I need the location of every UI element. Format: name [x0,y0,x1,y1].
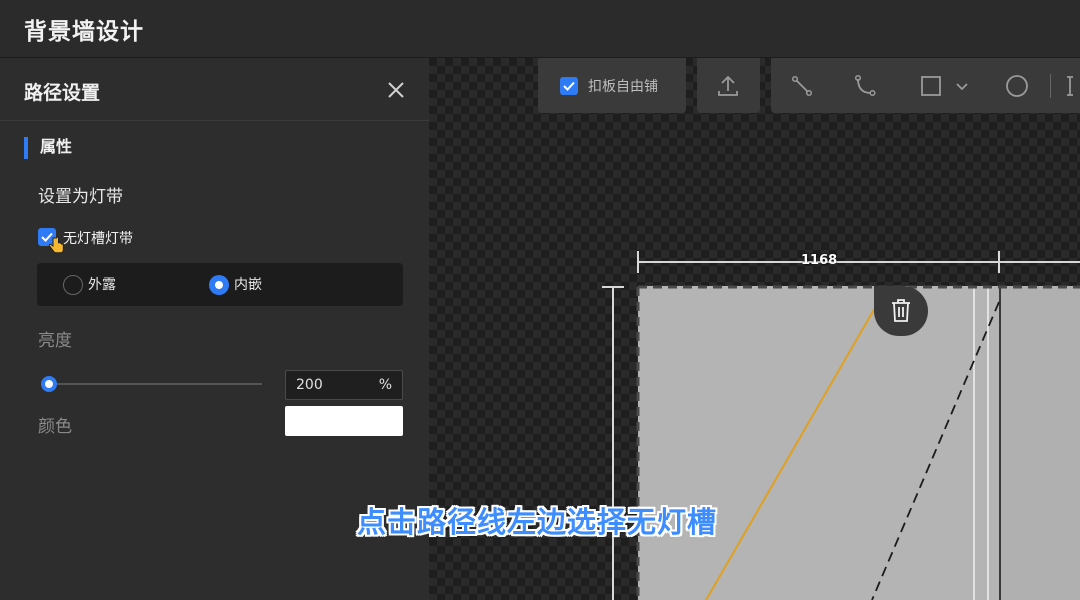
upload-icon [718,75,738,96]
close-button[interactable] [384,78,408,102]
radio-embedded-label: 内嵌 [234,277,262,293]
drawing-tools [771,58,1080,113]
brightness-label: 亮度 [38,331,72,351]
hand-cursor-icon [48,236,64,254]
width-dimension-label: 1168 [801,253,838,268]
checkmark-icon [563,81,575,91]
mount-type-selector: 外露 内嵌 [37,263,403,306]
radio-exposed-label: 外露 [88,277,116,293]
dropdown-chevron-icon[interactable] [947,71,977,101]
free-tile-checkbox[interactable] [560,77,578,95]
color-swatch[interactable] [285,406,403,436]
circle-tool-icon[interactable] [1002,71,1032,101]
brightness-unit: % [378,377,392,393]
set-as-light-strip-label: 设置为灯带 [38,187,123,207]
panel-header: 路径设置 [0,58,429,121]
no-slot-light-strip-label: 无灯槽灯带 [63,231,133,247]
brightness-slider-thumb[interactable] [41,376,57,392]
color-label: 颜色 [38,417,72,437]
close-icon [388,82,404,98]
toolbar-divider [1050,74,1051,98]
radio-exposed[interactable] [63,275,83,295]
subtitle-caption: 点击路径线左边选择无灯槽 [357,505,718,539]
trash-icon [892,299,910,322]
arc-tool-icon[interactable] [850,71,880,101]
panel-title: 路径设置 [24,82,101,104]
free-tile-toggle[interactable]: 扣板自由铺 [538,58,686,113]
section-title-properties: 属性 [24,137,72,159]
brightness-input[interactable]: 200 % [285,370,403,400]
upload-button[interactable] [697,58,760,113]
title-bar: 背景墙设计 [0,0,1080,58]
brightness-slider-track[interactable] [48,383,262,385]
line-tool-icon[interactable] [787,71,817,101]
delete-button[interactable] [874,286,928,336]
free-tile-label: 扣板自由铺 [588,79,658,95]
dimension-tool-icon[interactable] [1061,71,1080,101]
app-title: 背景墙设计 [24,19,144,45]
rectangle-tool-icon[interactable] [916,71,946,101]
brightness-value: 200 [296,377,323,393]
radio-embedded[interactable] [209,275,229,295]
